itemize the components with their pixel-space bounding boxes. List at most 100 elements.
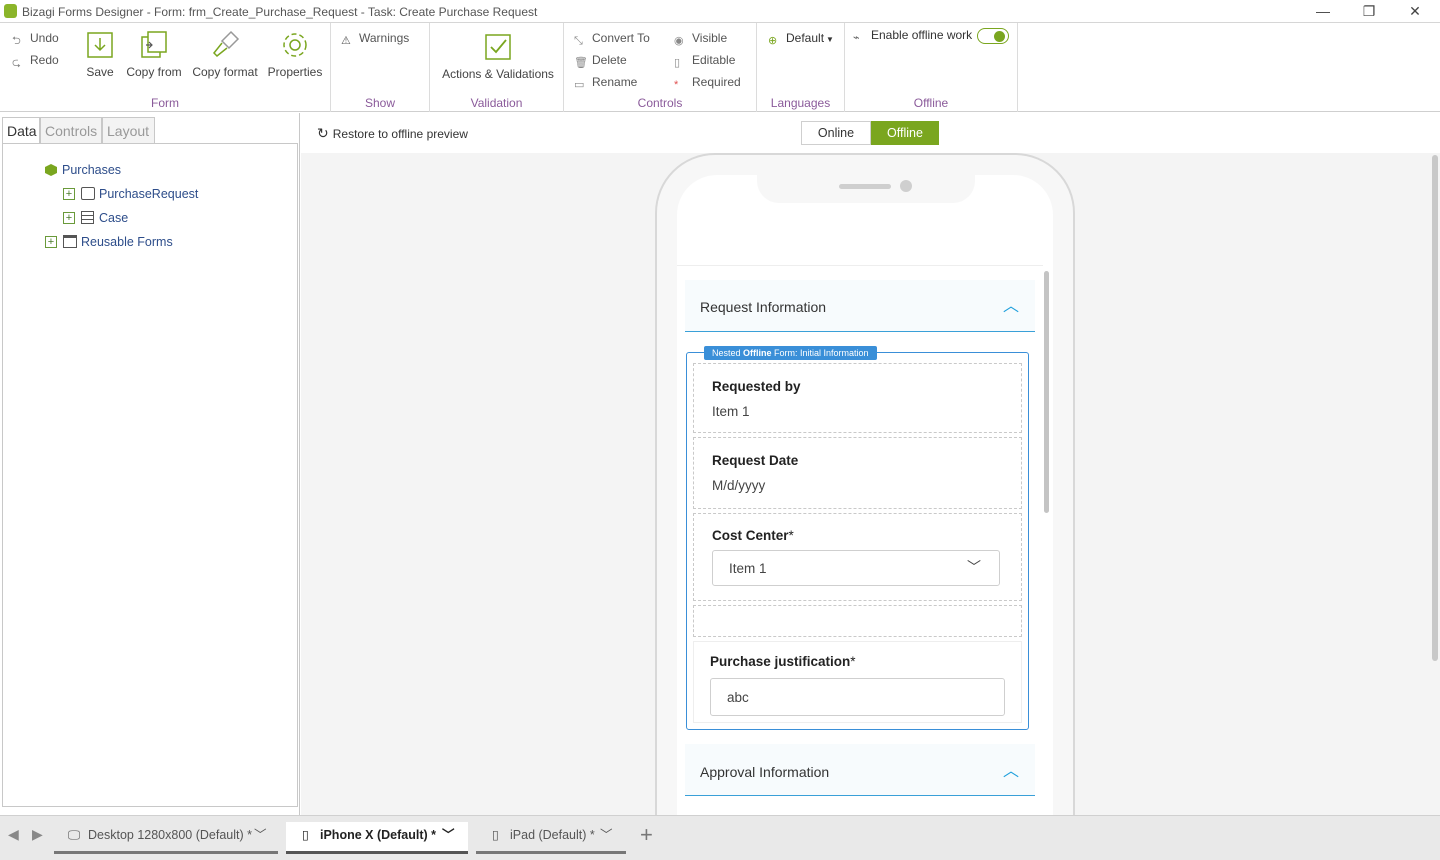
tree-node-reusable-forms[interactable]: Reusable Forms (81, 235, 173, 249)
form-content: Request Information ︿ Nested Offline For… (677, 265, 1043, 855)
chevron-up-icon[interactable]: ︿ (1003, 757, 1019, 781)
language-dropdown[interactable]: ⊕ Default ▼ (768, 31, 834, 47)
required-button[interactable]: * Required (674, 75, 741, 91)
device-tab-label: iPad (Default) * (510, 828, 595, 842)
scroll-right-icon[interactable]: ▶ (32, 826, 43, 843)
tablet-icon: ▯ (492, 828, 499, 842)
form-scrollbar[interactable] (1044, 271, 1049, 513)
chevron-down-icon[interactable]: ﹀ (254, 822, 267, 848)
undo-icon: ⮌ (12, 35, 21, 47)
table-icon (81, 211, 94, 224)
offline-icon: ⌁ (853, 32, 860, 44)
chevron-up-icon[interactable]: ︿ (1003, 292, 1019, 316)
caret-down-icon: ▼ (826, 35, 834, 44)
camera (900, 180, 912, 192)
expand-purchase-request-icon[interactable]: + (63, 188, 75, 200)
copy-from-button[interactable]: Copy from (124, 29, 184, 79)
justification-label: Purchase justification* (710, 654, 856, 669)
copy-format-button[interactable]: Copy format (190, 29, 260, 79)
redo-button[interactable]: ⮎ Redo (12, 53, 59, 69)
rename-button[interactable]: ▭ Rename (574, 75, 637, 91)
tree-node-case[interactable]: Case (99, 211, 128, 225)
save-icon (87, 32, 113, 58)
device-tab-iphone[interactable]: ▯ iPhone X (Default) * ﹀ (286, 822, 468, 854)
tree-node-purchase-request[interactable]: PurchaseRequest (99, 187, 198, 201)
warnings-button[interactable]: ⚠ Warnings (341, 31, 409, 47)
requested-by-value: Item 1 (712, 404, 750, 419)
justification-input[interactable]: abc (710, 678, 1005, 716)
section-request-information[interactable]: Request Information ︿ (685, 280, 1035, 332)
chevron-down-icon[interactable]: ﹀ (600, 822, 613, 848)
visible-button[interactable]: ◉ Visible (674, 31, 727, 47)
expand-case-icon[interactable]: + (63, 212, 75, 224)
request-date-input[interactable]: M/d/yyyy (712, 478, 765, 493)
section-approval-information[interactable]: Approval Information ︿ (685, 744, 1035, 796)
phone-screen: Request Information ︿ Nested Offline For… (677, 175, 1053, 855)
canvas-area: ↻ Restore to offline preview Online Offli… (301, 113, 1440, 855)
phone-icon: ▯ (302, 828, 309, 842)
offline-group-label: Offline (913, 96, 949, 110)
warning-icon: ⚠ (341, 35, 351, 47)
restore-icon: ↻ (317, 125, 329, 141)
properties-button[interactable]: Properties (266, 29, 324, 79)
section-title: Approval Information (700, 764, 830, 780)
restore-button[interactable]: ❐ (1346, 1, 1392, 22)
empty-placeholder-field[interactable] (693, 605, 1022, 637)
editable-button[interactable]: ▯ Editable (674, 53, 735, 69)
left-panel: Data Controls Layout Purchases + Purchas… (0, 113, 300, 815)
tab-data[interactable]: Data (2, 117, 40, 144)
eye-icon: ◉ (674, 35, 684, 47)
purchase-justification-field[interactable]: Purchase justification* abc (693, 641, 1022, 723)
monitor-icon: 🖵 (68, 828, 81, 842)
justification-value: abc (727, 690, 749, 705)
show-group-label: Show (364, 96, 396, 110)
add-device-button[interactable]: + (640, 822, 653, 848)
window-title: Bizagi Forms Designer - Form: frm_Create… (22, 5, 538, 19)
request-date-field[interactable]: Request Date M/d/yyyy (693, 437, 1022, 509)
undo-button[interactable]: ⮌ Undo (12, 31, 59, 47)
speaker (839, 184, 891, 189)
form-group-label: Form (151, 96, 179, 110)
expand-reusable-forms-icon[interactable]: + (45, 236, 57, 248)
chevron-down-icon[interactable]: ﹀ (442, 822, 455, 848)
brush-icon (212, 30, 240, 58)
cube-icon (45, 164, 57, 176)
tree-node-purchases[interactable]: Purchases (62, 163, 121, 177)
cost-center-field[interactable]: Cost Center* Item 1 ﹀ (693, 513, 1022, 601)
redo-icon: ⮎ (12, 57, 21, 69)
tab-layout[interactable]: Layout (102, 117, 155, 143)
ribbon: ⮌ Undo ⮎ Redo Save Copy from Copy format P… (0, 23, 1440, 112)
validation-group: Actions & Validations Validation (430, 23, 564, 112)
online-mode-button[interactable]: Online (801, 121, 871, 145)
delete-button[interactable]: 🗑 Delete (574, 53, 627, 69)
section-title: Request Information (700, 299, 827, 315)
bizagi-logo-icon (4, 4, 17, 18)
phone-notch (757, 175, 975, 203)
tab-underline (476, 851, 626, 854)
minimize-button[interactable]: — (1300, 1, 1346, 22)
actions-validations-button[interactable]: Actions & Validations (438, 31, 558, 81)
scroll-left-icon[interactable]: ◀ (8, 826, 19, 843)
convert-to-button[interactable]: ⤡ Convert To (574, 31, 650, 47)
phone-mockup: Request Information ︿ Nested Offline For… (655, 153, 1075, 855)
requested-by-field[interactable]: Requested by Item 1 (693, 363, 1022, 433)
save-button[interactable]: Save (84, 29, 116, 79)
entity-icon (81, 187, 95, 200)
close-button[interactable]: ✕ (1392, 1, 1438, 22)
globe-icon: ⊕ (768, 35, 778, 47)
gear-icon (283, 33, 307, 57)
forms-icon (63, 235, 77, 248)
offline-toggle[interactable] (977, 28, 1009, 44)
device-tab-label: iPhone X (Default) * (320, 828, 437, 842)
edit-icon: ▯ (674, 57, 681, 69)
convert-icon: ⤡ (574, 35, 583, 47)
device-tab-ipad[interactable]: ▯ iPad (Default) * ﹀ (476, 822, 626, 854)
restore-offline-button[interactable]: ↻ Restore to offline preview (317, 125, 468, 142)
cost-center-label: Cost Center* (712, 528, 794, 543)
canvas-scrollbar[interactable] (1432, 155, 1438, 661)
tab-controls[interactable]: Controls (40, 117, 102, 143)
offline-mode-button[interactable]: Offline (871, 121, 939, 145)
nested-form-container[interactable]: Nested Offline Form: Initial Information… (686, 346, 1029, 730)
cost-center-select[interactable]: Item 1 ﹀ (712, 550, 1000, 586)
device-tab-desktop[interactable]: 🖵 Desktop 1280x800 (Default) * ﹀ (54, 822, 278, 854)
